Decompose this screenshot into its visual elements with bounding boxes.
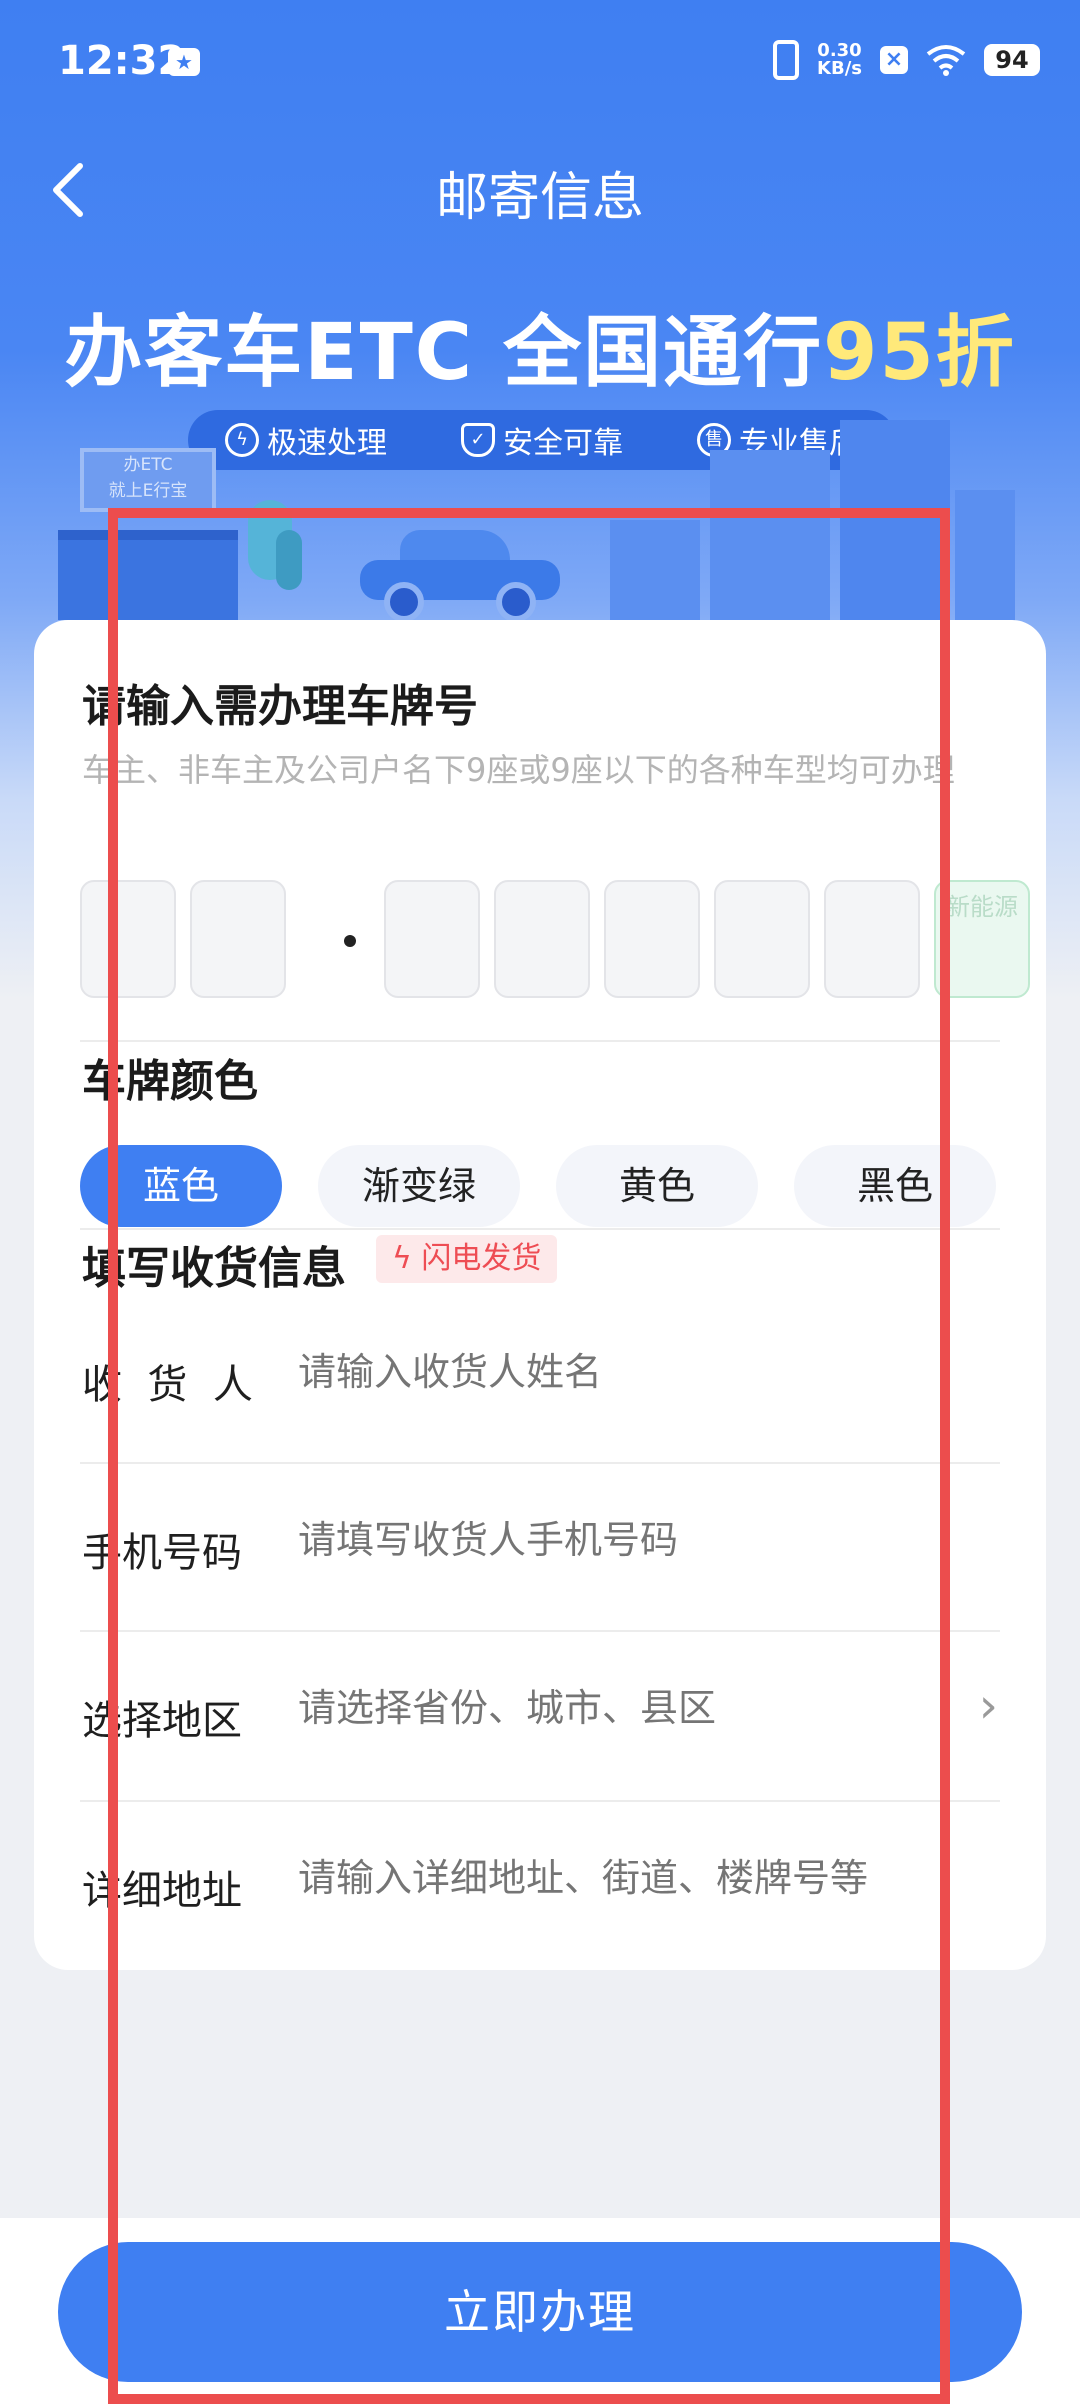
form-card: 请输入需办理车牌号 车主、非车主及公司户名下9座或9座以下的各种车型均可办理 新… (34, 620, 1046, 1970)
phone-label: 手机号码 (82, 1530, 242, 1576)
building-illustration (710, 450, 830, 630)
lightning-icon: ϟ (392, 1241, 422, 1276)
plate-color-options: 蓝色 渐变绿 黄色 黑色 (80, 1145, 1010, 1227)
divider (80, 1800, 1000, 1802)
plate-char-box[interactable] (494, 880, 590, 998)
divider (80, 1462, 1000, 1464)
shop-illustration (58, 530, 238, 620)
plate-char-box[interactable] (384, 880, 480, 998)
battery-level: 94 (984, 44, 1040, 76)
banner-title: 办客车ETC 全国通行95折 (0, 290, 1080, 402)
region-select[interactable] (298, 1686, 978, 1730)
building-illustration (840, 420, 950, 630)
divider (80, 1228, 1000, 1230)
color-option-blue[interactable]: 蓝色 (80, 1145, 282, 1227)
plate-char-box[interactable] (80, 880, 176, 998)
plate-inputs: 新能源 (80, 880, 1030, 1000)
shipping-section-title: 填写收货信息 (82, 1243, 346, 1294)
network-speed: 0.30 KB/s (817, 42, 862, 78)
address-label: 详细地址 (82, 1868, 242, 1914)
wifi-icon (926, 45, 966, 76)
tree-illustration (276, 530, 302, 590)
sign-text-2: 就上E行宝 (108, 481, 188, 501)
address-input[interactable] (298, 1856, 978, 1900)
etc-sign: 办ETC 就上E行宝 (80, 448, 216, 512)
receiver-input[interactable] (298, 1350, 978, 1394)
chevron-right-icon[interactable]: › (979, 1678, 998, 1734)
color-option-gradient-green[interactable]: 渐变绿 (318, 1145, 520, 1227)
divider (80, 1630, 1000, 1632)
plate-char-box[interactable] (714, 880, 810, 998)
new-energy-plate-box[interactable]: 新能源 (934, 880, 1030, 998)
sim-off-icon: × (880, 46, 908, 74)
plate-description: 车主、非车主及公司户名下9座或9座以下的各种车型均可办理 (82, 751, 955, 789)
receiver-label: 收 货 人 (82, 1362, 253, 1408)
express-badge-label: 闪电发货 (421, 1241, 542, 1276)
network-speed-unit: KB/s (817, 58, 862, 79)
plate-char-box[interactable] (824, 880, 920, 998)
sign-text-1: 办ETC (123, 455, 173, 475)
status-time: 12:32 (58, 38, 186, 84)
phone-input[interactable] (298, 1518, 978, 1562)
divider (80, 1040, 1000, 1042)
color-option-yellow[interactable]: 黄色 (556, 1145, 758, 1227)
plate-section-title: 请输入需办理车牌号 (82, 681, 478, 732)
plate-char-box[interactable] (604, 880, 700, 998)
page-title: 邮寄信息 (435, 168, 644, 228)
building-illustration (955, 490, 1015, 630)
plate-char-box[interactable] (190, 880, 286, 998)
banner-illustration: 办ETC 就上E行宝 (0, 420, 1080, 630)
color-section-title: 车牌颜色 (82, 1056, 258, 1107)
submit-button[interactable]: 立即办理 (58, 2242, 1022, 2382)
banner-title-highlight: 95折 (823, 308, 1016, 398)
building-illustration (610, 520, 700, 630)
car-illustration (360, 530, 560, 622)
banner-title-main: 办客车ETC 全国通行 (64, 308, 824, 398)
status-bar: 12:32 ★ 0.30 KB/s × 94 (0, 0, 1080, 130)
star-notification-icon: ★ (168, 48, 200, 76)
express-badge: ϟ 闪电发货 (376, 1235, 558, 1283)
vibrate-icon (773, 40, 800, 80)
color-option-black[interactable]: 黑色 (794, 1145, 996, 1227)
region-label: 选择地区 (82, 1698, 242, 1744)
status-right: 0.30 KB/s × 94 (773, 40, 1040, 80)
plate-separator (344, 935, 356, 947)
